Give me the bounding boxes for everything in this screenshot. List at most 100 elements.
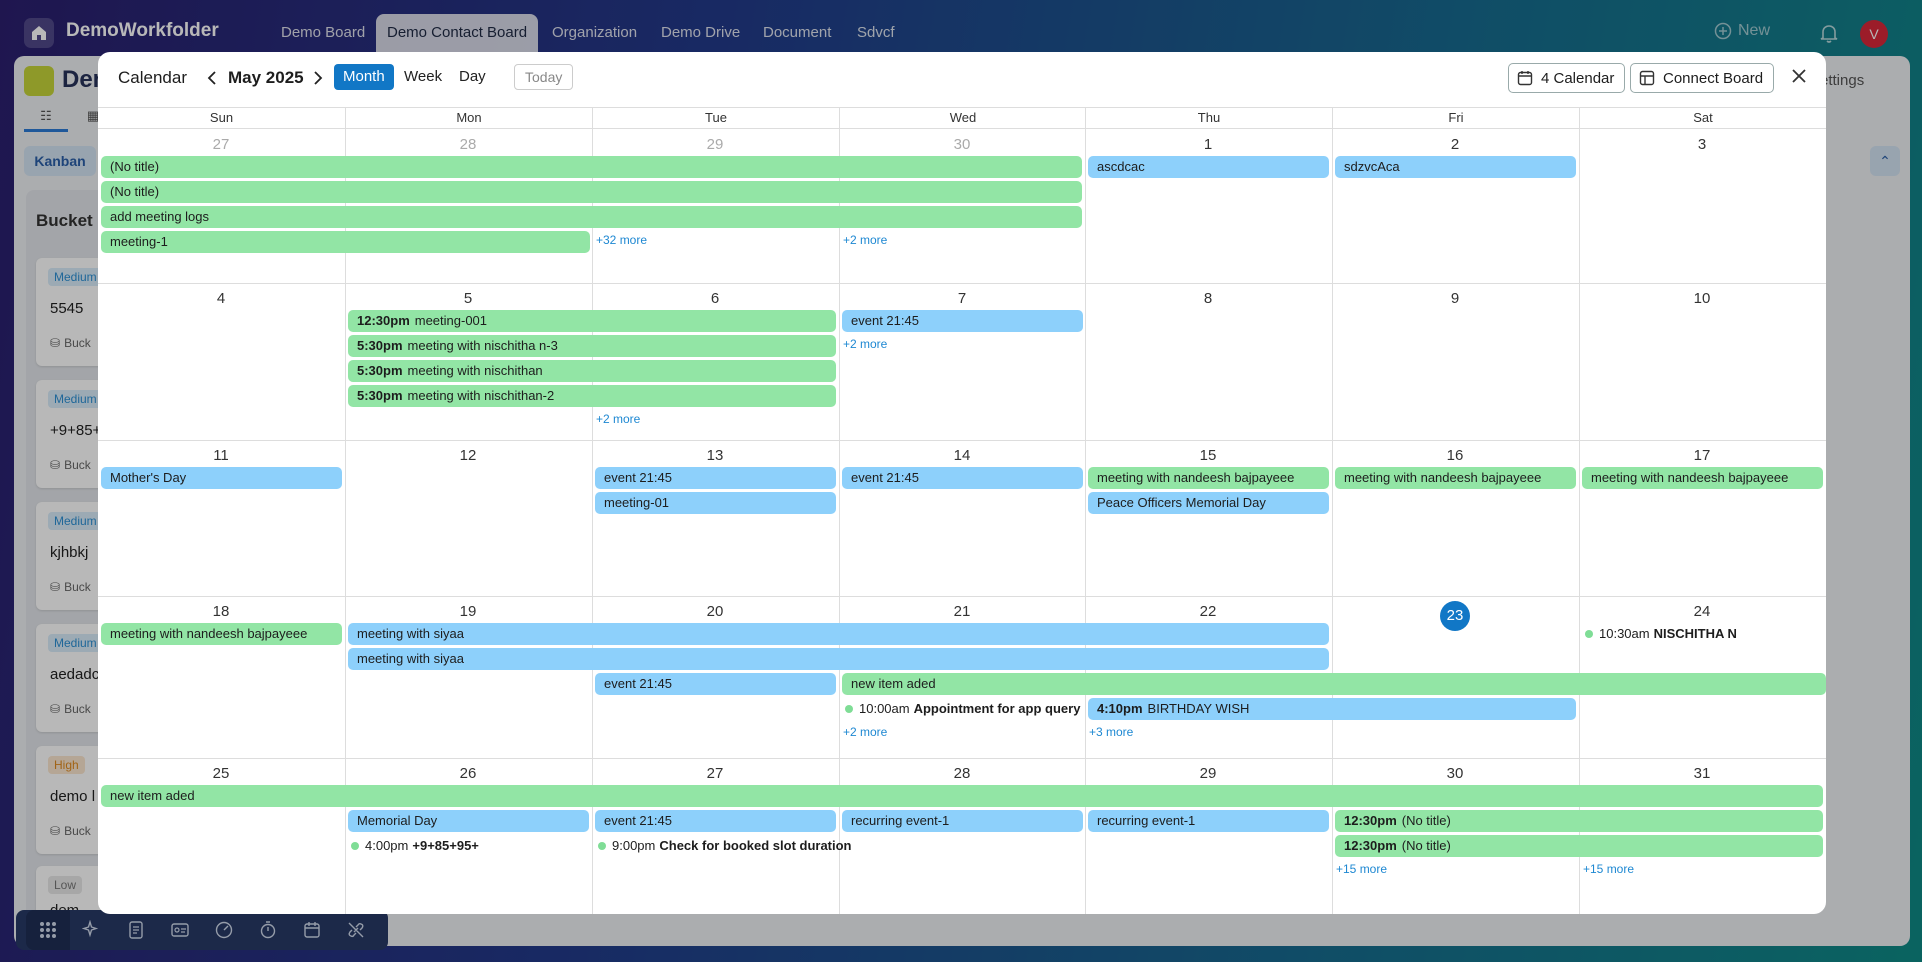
more-events-link[interactable]: +15 more (1336, 862, 1387, 876)
more-events-link[interactable]: +15 more (1583, 862, 1634, 876)
weekday-wed: Wed (839, 108, 1086, 129)
calendar-event[interactable]: recurring event-1 (842, 810, 1083, 832)
day-number[interactable]: 22 (1085, 603, 1331, 620)
day-number[interactable]: 31 (1579, 765, 1825, 782)
day-number[interactable]: 14 (839, 447, 1085, 464)
calendar-event[interactable]: 12:30pm (No title) (1335, 810, 1823, 832)
event-title: Mother's Day (110, 470, 187, 485)
day-number[interactable]: 15 (1085, 447, 1331, 464)
calendar-event[interactable]: Peace Officers Memorial Day (1088, 492, 1329, 514)
calendar-event[interactable]: meeting-1 (101, 231, 590, 253)
day-number[interactable]: 5 (345, 290, 591, 307)
calendar-event[interactable]: 5:30pm meeting with nischithan (348, 360, 836, 382)
calendar-event[interactable]: (No title) (101, 156, 1082, 178)
day-number[interactable]: 4 (98, 290, 344, 307)
calendars-button[interactable]: 4 Calendar (1508, 63, 1626, 93)
day-number[interactable]: 26 (345, 765, 591, 782)
next-month-chevron-right-icon[interactable] (308, 68, 328, 90)
day-number[interactable]: 10 (1579, 290, 1825, 307)
calendar-event[interactable]: add meeting logs (101, 206, 1082, 228)
calendar-event[interactable]: event 21:45 (842, 467, 1083, 489)
calendar-event[interactable]: Mother's Day (101, 467, 342, 489)
day-number[interactable]: 17 (1579, 447, 1825, 464)
calendar-event[interactable]: new item aded (842, 673, 1826, 695)
day-number[interactable]: 27 (98, 136, 344, 153)
event-title: meeting with nandeesh bajpayeee (1097, 470, 1295, 485)
calendar-event[interactable]: event 21:45 (595, 810, 836, 832)
day-number[interactable]: 16 (1332, 447, 1578, 464)
today-date-marker[interactable]: 23 (1440, 601, 1470, 631)
calendar-event[interactable]: new item aded (101, 785, 1823, 807)
calendar-event[interactable]: sdzvcAca (1335, 156, 1576, 178)
calendar-event[interactable]: meeting with nandeesh bajpayeee (1335, 467, 1576, 489)
calendar-event[interactable]: meeting with nandeesh bajpayeee (1582, 467, 1823, 489)
calendar-event[interactable]: 12:30pm (No title) (1335, 835, 1823, 857)
calendar-event[interactable]: 5:30pm meeting with nischithan-2 (348, 385, 836, 407)
event-title: Check for booked slot duration (659, 838, 852, 853)
day-number[interactable]: 21 (839, 603, 1085, 620)
today-button[interactable]: Today (514, 64, 574, 90)
calendar-event[interactable]: Memorial Day (348, 810, 589, 832)
event-title: add meeting logs (110, 209, 210, 224)
calendar-event[interactable]: (No title) (101, 181, 1082, 203)
calendar-event[interactable]: event 21:45 (595, 673, 836, 695)
prev-month-chevron-left-icon[interactable] (202, 68, 222, 90)
day-number[interactable]: 13 (592, 447, 838, 464)
day-number[interactable]: 6 (592, 290, 838, 307)
day-number[interactable]: 9 (1332, 290, 1578, 307)
timed-event[interactable]: 9:00pm Check for booked slot duration (598, 837, 852, 855)
event-title: (No title) (1401, 813, 1451, 828)
weekday-mon: Mon (345, 108, 592, 129)
timed-event[interactable]: 10:00am Appointment for app query (845, 700, 1080, 718)
calendar-event[interactable]: 12:30pm meeting-001 (348, 310, 836, 332)
day-number[interactable]: 19 (345, 603, 591, 620)
calendar-event[interactable]: event 21:45 (595, 467, 836, 489)
day-number[interactable]: 20 (592, 603, 838, 620)
calendar-event[interactable]: 5:30pm meeting with nischitha n-3 (348, 335, 836, 357)
calendar-event[interactable]: event 21:45 (842, 310, 1083, 332)
timed-event[interactable]: 4:00pm +9+85+95+ (351, 837, 479, 855)
day-number[interactable]: 11 (98, 447, 344, 464)
calendar-event[interactable]: meeting with siyaa (348, 648, 1329, 670)
timed-event[interactable]: 10:30am NISCHITHA N (1585, 625, 1737, 643)
calendar-event[interactable]: meeting with nandeesh bajpayeee (101, 623, 342, 645)
view-month-button[interactable]: Month (334, 64, 394, 90)
day-number[interactable]: 27 (592, 765, 838, 782)
calendar-event[interactable]: 4:10pm BIRTHDAY WISH (1088, 698, 1576, 720)
more-events-link[interactable]: +3 more (1089, 725, 1133, 739)
day-number[interactable]: 30 (1332, 765, 1578, 782)
event-time: 12:30pm (1344, 838, 1397, 853)
day-number[interactable]: 3 (1579, 136, 1825, 153)
day-number[interactable]: 1 (1085, 136, 1331, 153)
view-day-button[interactable]: Day (450, 64, 495, 90)
day-number[interactable]: 28 (839, 765, 1085, 782)
more-events-link[interactable]: +2 more (596, 412, 640, 426)
day-number[interactable]: 29 (592, 136, 838, 153)
grid-row-divider (98, 758, 1826, 759)
day-number[interactable]: 29 (1085, 765, 1331, 782)
more-events-link[interactable]: +32 more (596, 233, 647, 247)
calendar-event[interactable]: meeting with siyaa (348, 623, 1329, 645)
connect-board-button[interactable]: Connect Board (1630, 63, 1775, 93)
day-number[interactable]: 18 (98, 603, 344, 620)
more-events-link[interactable]: +2 more (843, 337, 887, 351)
view-week-button[interactable]: Week (395, 64, 451, 90)
day-number[interactable]: 2 (1332, 136, 1578, 153)
event-title: recurring event-1 (851, 813, 950, 828)
calendar-event[interactable]: meeting with nandeesh bajpayeee (1088, 467, 1329, 489)
calendar-event[interactable]: recurring event-1 (1088, 810, 1329, 832)
grid-row-divider (98, 283, 1826, 284)
more-events-link[interactable]: +2 more (843, 233, 887, 247)
day-number[interactable]: 30 (839, 136, 1085, 153)
day-number[interactable]: 24 (1579, 603, 1825, 620)
calendar-event[interactable]: meeting-01 (595, 492, 836, 514)
day-number[interactable]: 7 (839, 290, 1085, 307)
close-icon[interactable] (1787, 66, 1811, 90)
more-events-link[interactable]: +2 more (843, 725, 887, 739)
day-number[interactable]: 12 (345, 447, 591, 464)
day-number[interactable]: 8 (1085, 290, 1331, 307)
day-number[interactable]: 28 (345, 136, 591, 153)
event-title: (No title) (1401, 838, 1451, 853)
calendar-event[interactable]: ascdcac (1088, 156, 1329, 178)
day-number[interactable]: 25 (98, 765, 344, 782)
